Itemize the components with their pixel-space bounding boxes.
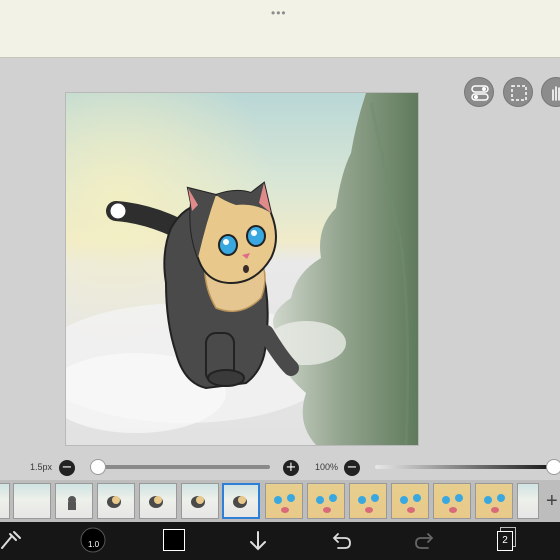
more-horizontal-icon[interactable]: ••• [271, 6, 287, 20]
artwork [66, 93, 418, 445]
opacity-label: 100% [315, 462, 339, 472]
minus-icon: − [346, 460, 358, 475]
brush-tool-icon[interactable] [0, 530, 22, 557]
frame-thumbnail[interactable] [433, 483, 471, 519]
frame-strip: + [0, 480, 560, 522]
brush-size-slider-thumb[interactable] [90, 459, 106, 475]
frame-thumbnail[interactable] [307, 483, 345, 519]
frame-thumbnail[interactable] [391, 483, 429, 519]
minus-icon: − [61, 460, 73, 475]
brush-preview-icon[interactable]: 1.0 [80, 527, 106, 558]
plus-icon[interactable]: + [546, 488, 560, 514]
brush-number: 1.0 [88, 540, 100, 549]
frame-thumbnail[interactable] [517, 483, 539, 519]
opacity-slider-thumb[interactable] [546, 459, 560, 475]
download-icon[interactable] [248, 530, 268, 557]
opacity-decrease-button[interactable]: − [344, 460, 360, 476]
undo-icon[interactable] [332, 530, 352, 555]
frame-thumbnail[interactable] [97, 483, 135, 519]
frame-thumbnail[interactable] [265, 483, 303, 519]
opacity-slider[interactable] [375, 465, 550, 469]
frame-thumbnail[interactable] [475, 483, 513, 519]
selection-icon[interactable] [503, 77, 533, 107]
frame-thumbnail[interactable] [349, 483, 387, 519]
color-swatch-icon[interactable] [163, 529, 185, 551]
redo-icon[interactable] [414, 530, 434, 555]
drawing-canvas[interactable] [66, 93, 418, 445]
brush-size-label: 1.5px [30, 462, 53, 472]
toggle-icon[interactable] [464, 77, 494, 107]
layer-count: 2 [497, 531, 513, 551]
top-bar: ••• [0, 0, 560, 58]
size-decrease-button[interactable]: − [59, 460, 75, 476]
frame-thumbnail[interactable] [13, 483, 51, 519]
frame-thumbnail[interactable] [181, 483, 219, 519]
frame-thumbnail[interactable] [139, 483, 177, 519]
frame-thumbnail[interactable] [55, 483, 93, 519]
size-increase-button[interactable]: + [283, 460, 299, 476]
plus-icon: + [285, 460, 297, 475]
frame-thumbnail[interactable] [0, 483, 10, 519]
brush-size-slider[interactable] [98, 465, 270, 469]
frame-thumbnail-selected[interactable] [222, 483, 260, 519]
